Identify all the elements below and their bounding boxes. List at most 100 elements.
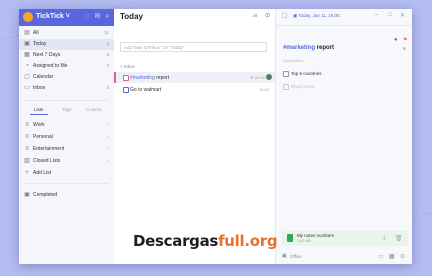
sidebar-item-today[interactable]: ▣ Today 2 — [19, 39, 114, 50]
task-checkbox[interactable] — [123, 87, 129, 93]
close-icon[interactable]: ✕ — [400, 12, 405, 19]
person-icon: ◔ — [25, 63, 29, 69]
attachment-size: 1.60 KB — [297, 239, 311, 243]
priority-bar — [114, 72, 116, 83]
sidebar-item-inbox[interactable]: ▭ Inbox 3 — [19, 83, 114, 94]
chevron-right-icon: › — [107, 146, 109, 152]
sidebar-item-label: Personal — [33, 134, 53, 140]
task-list-panel: Today ↓≡ ⊙ Add Task to"Inbox" on "Today"… — [114, 9, 275, 264]
sidebar-item-count: 3 — [106, 85, 109, 90]
task-date: 16:00 — [254, 75, 265, 80]
archive-icon: ▥ — [24, 158, 30, 164]
tab-custom[interactable]: Custom — [86, 107, 102, 112]
task-row[interactable]: #marketing report ☰ 1 16:00 — [114, 72, 275, 83]
chevron-right-icon: › — [107, 122, 109, 128]
comment-icon[interactable]: ▭ — [378, 253, 384, 260]
sidebar-header: TickTick ˅ ◌ ✉ ⌕ — [19, 9, 114, 26]
page-title: Today — [120, 12, 143, 21]
sidebar-item-count: 11 — [104, 30, 109, 35]
checklist-item[interactable]: Top 5 countries — [283, 70, 403, 79]
delete-icon[interactable]: 🗑 — [395, 235, 403, 242]
sidebar-item-count: 2 — [106, 41, 109, 46]
checklist-item[interactable]: Rival prices — [283, 83, 403, 92]
checklist-toggle-icon[interactable]: ≡ — [403, 46, 406, 52]
sidebar-item-label: Inbox — [33, 85, 46, 91]
divider — [24, 100, 109, 101]
mail-icon[interactable]: ✉ — [93, 12, 102, 21]
minimize-icon[interactable]: – — [375, 12, 378, 18]
sidebar-item-label: Work — [33, 122, 45, 128]
sidebar-item-assigned[interactable]: ◔ Assigned to Me 2 — [19, 61, 114, 72]
tab-tags[interactable]: Tags — [62, 107, 72, 112]
list-name[interactable]: Office — [290, 254, 302, 259]
sidebar-item-next-7-days[interactable]: ▦ Next 7 Days 6 — [19, 50, 114, 61]
sidebar-item-label: Completed — [33, 192, 58, 198]
description-placeholder[interactable]: Description — [283, 58, 303, 63]
search-icon[interactable]: ⌕ — [103, 12, 112, 21]
checkbox-icon[interactable]: ☐ — [280, 12, 289, 21]
divider — [24, 183, 109, 184]
sidebar-item-work[interactable]: ≡ Work › — [19, 120, 114, 131]
avatar[interactable] — [23, 12, 33, 22]
chevron-right-icon: › — [107, 134, 109, 140]
task-checkbox[interactable] — [123, 75, 129, 81]
due-date[interactable]: ▣ Today, Jan 11, 16:00 — [293, 13, 340, 19]
detail-title[interactable]: #marketing report — [283, 45, 334, 51]
section-header[interactable]: ˅ Inbox — [120, 64, 135, 69]
sidebar-item-count: 6 — [106, 52, 109, 57]
active-tab-underline — [30, 114, 48, 115]
inbox-stack-icon: ▤ — [24, 30, 30, 36]
watermark: Descargasfull.org — [133, 232, 278, 250]
sidebar-item-label: Entertainment — [33, 146, 65, 152]
sidebar-item-all[interactable]: ▤ All 11 — [19, 28, 114, 39]
checklist-text[interactable]: Top 5 countries — [291, 71, 322, 76]
task-title[interactable]: #marketing report — [130, 75, 169, 81]
priority-flag-icon[interactable]: ⚑ — [403, 37, 407, 43]
sidebar-item-label: Closed Lists — [33, 158, 61, 164]
completed-icon: ▣ — [24, 192, 30, 198]
sidebar: TickTick ˅ ◌ ✉ ⌕ ▤ All 11 ▣ Today 2 ▦ Ne… — [19, 9, 114, 264]
checklist-checkbox[interactable] — [283, 71, 289, 77]
detail-header: ☐ ▣ Today, Jan 11, 16:00 – □ ✕ ● ⚑ — [276, 9, 412, 43]
calendar-icon: ▢ — [24, 74, 30, 80]
chevron-right-icon: › — [107, 158, 109, 164]
tab-lists[interactable]: Lists — [34, 107, 43, 112]
more-icon[interactable]: ⊙ — [400, 253, 405, 260]
sidebar-item-completed[interactable]: ▣ Completed — [19, 190, 114, 201]
download-icon[interactable]: ⤓ — [383, 235, 386, 242]
attachment-card[interactable]: My notes numbers 1.60 KB ⤓ 🗑 — [281, 231, 408, 246]
sidebar-item-label: Assigned to Me — [33, 63, 68, 69]
plus-icon: + — [25, 170, 29, 176]
checklist-text[interactable]: Rival prices — [291, 84, 314, 89]
week-calendar-icon: ▦ — [24, 52, 30, 58]
user-icon[interactable]: ● — [394, 37, 398, 43]
sidebar-item-closed-lists[interactable]: ▥ Closed Lists › — [19, 156, 114, 167]
more-icon[interactable]: ⊙ — [265, 12, 270, 19]
task-row[interactable]: Go to walmart 10:00 — [114, 84, 275, 95]
sidebar-item-entertainment[interactable]: ≡ Entertainment › — [19, 144, 114, 155]
sidebar-item-count: 2 — [106, 63, 109, 68]
list-icon: ≡ — [25, 134, 29, 140]
add-list-button[interactable]: + Add List — [19, 168, 114, 179]
detail-footer: ▣ Office ▭ ▦ ⊙ — [276, 249, 412, 264]
app-window: TickTick ˅ ◌ ✉ ⌕ ▤ All 11 ▣ Today 2 ▦ Ne… — [19, 9, 412, 264]
app-title[interactable]: TickTick ˅ — [36, 13, 70, 20]
task-title[interactable]: Go to walmart — [130, 87, 161, 93]
list-icon: ≡ — [25, 146, 29, 152]
bell-icon[interactable]: ◌ — [83, 12, 92, 21]
attach-icon[interactable]: ▦ — [389, 253, 395, 260]
task-date: 10:00 — [258, 87, 269, 92]
add-list-label: Add List — [33, 170, 52, 176]
sidebar-item-calendar[interactable]: ▢ Calendar — [19, 72, 114, 83]
checklist-checkbox[interactable] — [283, 84, 289, 90]
attachment-name: My notes numbers — [297, 233, 335, 238]
inbox-icon: ▭ — [24, 85, 30, 91]
sidebar-item-label: All — [33, 30, 39, 36]
list-icon: ≡ — [25, 122, 29, 128]
add-task-input[interactable]: Add Task to"Inbox" on "Today" — [120, 42, 267, 52]
sort-icon[interactable]: ↓≡ — [252, 13, 257, 19]
sidebar-item-personal[interactable]: ≡ Personal › — [19, 132, 114, 143]
sidebar-item-label: Next 7 Days — [33, 52, 61, 58]
maximize-icon[interactable]: □ — [388, 12, 392, 18]
assignee-avatar — [266, 74, 272, 80]
